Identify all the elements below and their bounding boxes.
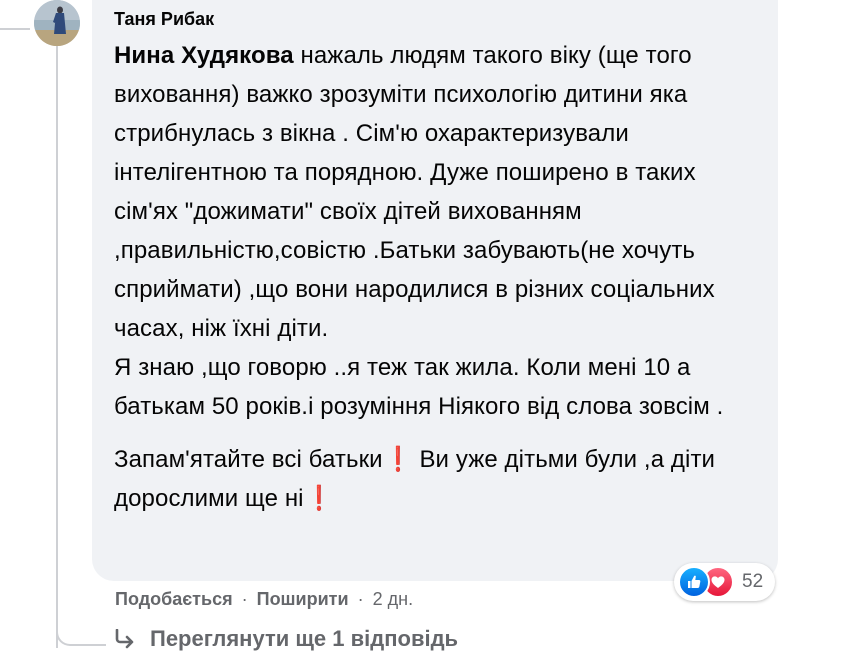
comment-paragraph-3: Запам'ятайте всі батьки ❗ Ви уже дітьми б… [114, 440, 758, 518]
comment-paragraph-3a: Запам'ятайте всі батьки [114, 446, 383, 473]
comment-paragraph-2: Я знаю ,що говорю ..я теж так жила. Коли… [114, 354, 724, 420]
comment-text: Нина Худякова нажаль людям такого віку (… [114, 36, 758, 518]
thread-connector-horizontal [0, 28, 30, 30]
mention-link[interactable]: Нина Худякова [114, 42, 294, 69]
exclamation-emoji-icon: ❗ [306, 485, 331, 512]
comment-timestamp[interactable]: 2 дн. [373, 589, 413, 609]
comment-paragraph-1: Нина Худякова нажаль людям такого віку (… [114, 36, 758, 348]
reaction-count: 52 [742, 571, 764, 592]
reply-arrow-icon [114, 629, 136, 649]
separator: · [357, 589, 364, 609]
comment-actions: Подобається · Поширити · 2 дн. [115, 586, 413, 612]
reactions-summary[interactable]: 52 [674, 563, 776, 601]
avatar-photo-icon [34, 0, 80, 46]
thread-connector-vertical [56, 44, 58, 648]
thread-connector-curve [56, 600, 106, 646]
view-more-replies-button[interactable]: Переглянути ще 1 відповідь [114, 626, 458, 652]
comment-thread: Таня Рибак Нина Худякова нажаль людям та… [0, 0, 847, 656]
comment-author[interactable]: Таня Рибак [114, 8, 758, 30]
comment-bubble: Таня Рибак Нина Худякова нажаль людям та… [92, 0, 778, 581]
share-button[interactable]: Поширити [257, 589, 349, 609]
separator: · [241, 589, 248, 609]
exclamation-emoji-icon: ❗ [385, 446, 410, 473]
view-more-replies-label: Переглянути ще 1 відповідь [150, 626, 459, 651]
like-icon [678, 566, 710, 598]
avatar[interactable] [34, 0, 80, 46]
like-button[interactable]: Подобається [115, 589, 233, 609]
comment-paragraph-1-text: нажаль людям такого віку (ще того вихова… [114, 42, 715, 342]
